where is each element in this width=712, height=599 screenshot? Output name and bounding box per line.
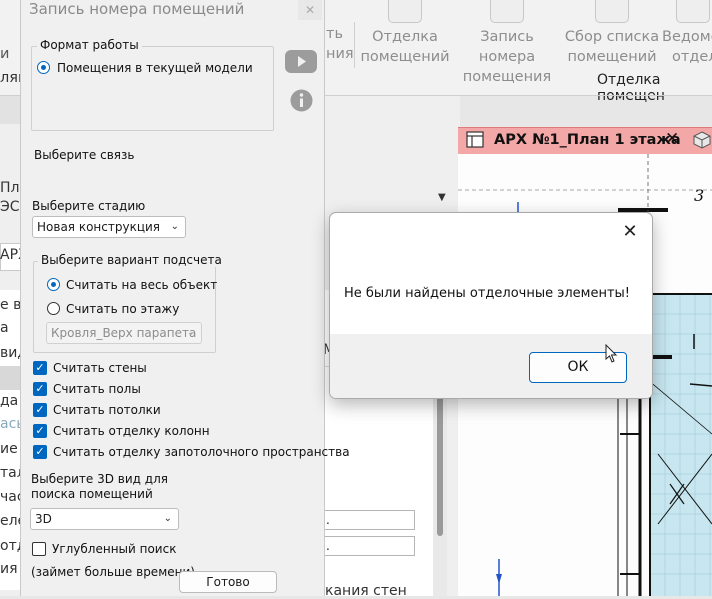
ribbon-button-label: помещения (462, 69, 552, 85)
checkbox-columns-label[interactable]: Считать отделку колонн (53, 424, 210, 438)
checkbox-walls-label[interactable]: Считать стены (53, 361, 147, 375)
close-icon[interactable]: ✕ (298, 0, 322, 20)
radio-whole-object-label[interactable]: Считать на весь объект (66, 278, 217, 292)
checkmark-icon[interactable]: ✓ (33, 382, 47, 396)
ribbon-button-label: помещений (360, 49, 450, 65)
ribbon-button-label: Сбор списка (564, 29, 660, 45)
work-format-title: Формат работы (37, 38, 142, 52)
deep-search-note: (займет больше времени) (31, 565, 195, 579)
deep-search-label[interactable]: Углубленный поиск (52, 542, 176, 556)
radio-current-model-label[interactable]: Помещения в текущей модели (57, 61, 253, 75)
statement-icon (676, 0, 710, 23)
mouse-cursor-icon (605, 343, 619, 364)
ribbon-button-room-number[interactable]: Запись номера помещения (451, 0, 563, 85)
checkbox-ceiling-space-label[interactable]: Считать отделку запотолочного пространст… (53, 445, 350, 459)
floor-plan-icon (466, 131, 484, 148)
ribbon-button-statement[interactable]: Ведомо отдел (662, 0, 712, 68)
deep-search-checkbox[interactable] (32, 542, 46, 556)
finishing-icon (388, 0, 422, 23)
count-variant-title: Выберите вариант подсчета (38, 253, 225, 267)
chevron-down-icon: ⌄ (170, 221, 179, 232)
radio-current-model[interactable] (37, 61, 50, 74)
room-list-icon (595, 0, 629, 23)
bg-label: да (0, 393, 19, 409)
bg-scrollbar-thumb[interactable] (437, 396, 443, 536)
ribbon-separator (354, 22, 355, 68)
ribbon-button-label: Ведомо (662, 29, 712, 45)
bg-bottom-text: кания стен (325, 583, 407, 599)
view3d-select[interactable]: 3D ⌄ (30, 508, 179, 530)
ribbon-button-label: отдел (672, 49, 712, 65)
select-stage-label: Выберите стадию (32, 199, 146, 213)
stage-select[interactable]: Новая конструкция ⌄ (32, 216, 186, 238)
ribbon-left-fragment: и (0, 46, 10, 62)
done-button[interactable]: Готово (179, 571, 277, 593)
checkbox-ceilings-label[interactable]: Считать потолки (53, 403, 161, 417)
room-number-icon (490, 0, 524, 23)
ribbon-partial-button[interactable]: ть ния (326, 24, 354, 64)
ribbon-button-label: Отделка (372, 29, 438, 45)
bg-field-1[interactable]: . (323, 510, 415, 530)
bg-label: ие (0, 441, 18, 457)
ribbon-panel-caption: Отделка помещен (597, 72, 665, 104)
background-strip (0, 96, 20, 124)
bg-field-2[interactable]: . (323, 536, 415, 556)
bg-section-header (0, 366, 20, 390)
ribbon-partial-label-1: ть (326, 26, 343, 42)
radio-by-floor[interactable] (47, 302, 60, 315)
radio-by-floor-label[interactable]: Считать по этажу (66, 302, 179, 316)
ribbon-button-label: помещений (567, 49, 657, 65)
checkmark-icon[interactable]: ✓ (33, 403, 47, 417)
work-format-group (31, 46, 274, 131)
ribbon-button-label: Запись номера (478, 29, 536, 65)
chevron-down-icon: ⌄ (186, 327, 195, 338)
info-icon[interactable] (290, 89, 313, 112)
radio-whole-object[interactable] (47, 278, 60, 291)
view-tab-title: АРХ №1_План 1 этажа (494, 132, 681, 148)
chevron-down-icon: ⌄ (163, 513, 172, 524)
floor-select[interactable]: Кровля_Верх парапета ⌄ (46, 322, 202, 344)
floor-select-value: Кровля_Верх парапета (51, 326, 197, 340)
ribbon-button-room-list[interactable]: Сбор списка помещений (564, 0, 660, 68)
stage-select-value: Новая конструкция (37, 220, 160, 234)
close-icon[interactable]: ✕ (619, 221, 641, 242)
checkmark-icon[interactable]: ✓ (33, 361, 47, 375)
close-icon[interactable]: ✕ (665, 129, 679, 149)
3d-view-icon[interactable] (692, 131, 712, 149)
select-link-label: Выберите связь (34, 148, 135, 162)
youtube-icon[interactable] (285, 50, 317, 73)
view3d-label-1: Выберите 3D вид для (31, 472, 168, 486)
plugin-window-title: Запись номера помещений (29, 0, 245, 18)
checkbox-floors-label[interactable]: Считать полы (53, 382, 141, 396)
view3d-select-value: 3D (35, 512, 52, 526)
chevron-down-icon[interactable]: ▼ (438, 192, 446, 203)
dialog-message: Не были найдены отделочные элементы! (344, 286, 631, 301)
plan-grid-number: 3 (694, 186, 705, 205)
view3d-label-2: поиска помещений (31, 487, 153, 501)
ribbon-button-finishing[interactable]: Отделка помещений (360, 0, 450, 68)
bg-label: ия (0, 561, 18, 577)
ribbon-partial-label-2: ния (326, 46, 354, 62)
checkmark-icon[interactable]: ✓ (33, 424, 47, 438)
checkmark-icon[interactable]: ✓ (33, 445, 47, 459)
message-dialog: ✕ Не были найдены отделочные элементы! О… (329, 212, 653, 399)
bg-label: а (0, 320, 9, 336)
